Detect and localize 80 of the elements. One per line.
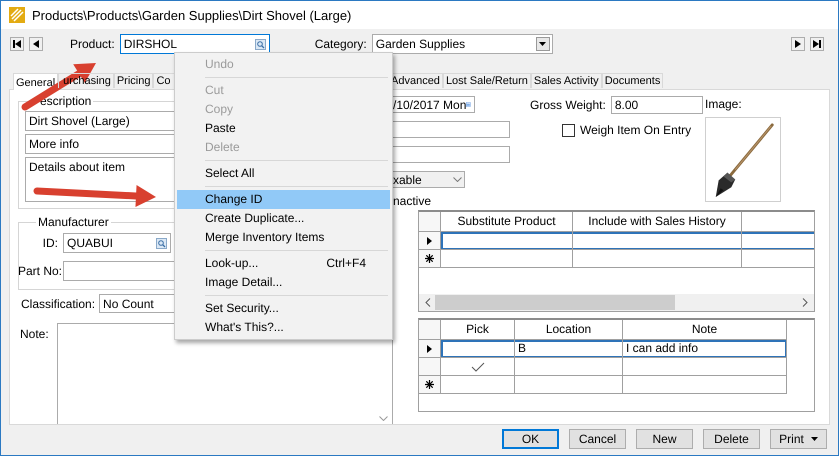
scrollbar-thumb[interactable] bbox=[435, 295, 675, 310]
date-field[interactable]: /10/2017 Mon bbox=[393, 96, 475, 113]
checkbox-label: nactive bbox=[393, 194, 432, 208]
weight-field[interactable]: 8.00 bbox=[610, 96, 703, 114]
row-header[interactable] bbox=[419, 250, 441, 268]
checkbox[interactable] bbox=[562, 124, 575, 136]
row-header[interactable] bbox=[419, 232, 441, 250]
table-cell: B bbox=[515, 340, 623, 358]
previous-record-icon bbox=[32, 40, 40, 48]
checkbox-label: Weigh Item On Entry bbox=[580, 123, 692, 137]
checkbox-cell[interactable] bbox=[441, 376, 515, 394]
menu-item[interactable]: Select All bbox=[177, 164, 390, 183]
text-field[interactable] bbox=[393, 121, 510, 138]
field-label: Note: bbox=[20, 327, 49, 343]
tab[interactable]: Documents bbox=[602, 73, 664, 88]
scroll-right-icon[interactable] bbox=[802, 298, 808, 307]
first-record-button[interactable] bbox=[10, 37, 24, 51]
next-record-icon bbox=[794, 40, 802, 48]
table-row[interactable] bbox=[441, 232, 814, 250]
field-label: Gross Weight: bbox=[530, 98, 606, 112]
field-label: Classification: bbox=[21, 296, 96, 310]
field-label: Image: bbox=[705, 97, 743, 111]
dialog-button[interactable]: Cancel bbox=[569, 429, 626, 449]
window-title: Products\Products\Garden Supplies\Dirt Shovel (Large) bbox=[32, 8, 352, 22]
category-dropdown[interactable]: Garden Supplies bbox=[372, 34, 553, 54]
dialog-button[interactable]: Delete bbox=[703, 429, 760, 449]
dialog-button[interactable]: Print bbox=[770, 429, 827, 449]
menu-item[interactable]: Merge Inventory Items bbox=[177, 228, 390, 247]
row-pointer-icon bbox=[427, 236, 432, 244]
previous-record-button[interactable] bbox=[29, 37, 43, 51]
row-header[interactable] bbox=[419, 376, 441, 394]
column-header[interactable]: Substitute Product bbox=[441, 212, 573, 232]
column-header[interactable]: Pick bbox=[441, 320, 515, 340]
menu-item[interactable]: Create Duplicate... bbox=[177, 209, 390, 228]
menu-item[interactable]: Paste bbox=[177, 119, 390, 138]
column-header[interactable]: Note bbox=[623, 320, 787, 340]
checkbox-cell[interactable] bbox=[441, 358, 515, 376]
group-label: Manufacturer bbox=[37, 215, 110, 229]
new-row-icon bbox=[425, 254, 434, 263]
chevron-down-icon bbox=[453, 177, 462, 182]
tab[interactable]: Pricing bbox=[114, 73, 154, 88]
field-label: Category: bbox=[314, 37, 367, 51]
product-field[interactable]: DIRSHOL bbox=[120, 34, 270, 54]
tax-dropdown[interactable]: xable bbox=[393, 171, 465, 188]
row-header[interactable] bbox=[419, 340, 441, 358]
row-pointer-icon bbox=[427, 344, 432, 352]
scroll-left-icon[interactable] bbox=[425, 298, 431, 307]
menu-item[interactable]: What's This?... bbox=[177, 318, 390, 337]
check-icon bbox=[470, 362, 484, 372]
shortcut-label: Ctrl+F4 bbox=[326, 255, 366, 272]
tab[interactable]: Lost Sale/Return bbox=[442, 73, 531, 88]
field-label: ID: bbox=[42, 236, 58, 250]
next-record-button[interactable] bbox=[791, 37, 805, 51]
text-field[interactable] bbox=[393, 146, 510, 163]
first-record-icon bbox=[13, 40, 21, 48]
last-record-icon bbox=[813, 40, 821, 48]
search-icon[interactable] bbox=[156, 238, 167, 248]
menu-item[interactable]: Set Security... bbox=[177, 299, 390, 318]
tab[interactable]: Sales Activity bbox=[530, 73, 602, 88]
table-cell: I can add info bbox=[623, 340, 787, 358]
table-row[interactable]: B I can add info bbox=[441, 340, 787, 358]
app-icon bbox=[9, 7, 25, 23]
id-field[interactable]: QUABUI bbox=[63, 233, 171, 253]
dialog-button[interactable]: New bbox=[636, 429, 693, 449]
column-header[interactable]: Location bbox=[515, 320, 623, 340]
dropdown-arrow-icon bbox=[539, 42, 546, 46]
field-label: Product: bbox=[70, 37, 115, 51]
menu-item[interactable]: Change ID bbox=[177, 190, 390, 209]
new-row-icon bbox=[425, 380, 434, 389]
menu-item[interactable]: Image Detail... bbox=[177, 273, 390, 292]
caret-icon bbox=[810, 437, 818, 441]
column-header[interactable]: Include with Sales History bbox=[573, 212, 742, 232]
scroll-down-icon[interactable] bbox=[379, 416, 388, 421]
menu-item[interactable]: Look-up... Ctrl+F4 bbox=[177, 254, 390, 273]
tab[interactable]: General bbox=[13, 73, 58, 90]
dialog-button[interactable]: OK bbox=[502, 429, 559, 449]
search-icon[interactable] bbox=[254, 38, 266, 50]
group-label: escription bbox=[39, 94, 92, 108]
checkbox-cell[interactable] bbox=[441, 340, 515, 358]
last-record-button[interactable] bbox=[810, 37, 824, 51]
